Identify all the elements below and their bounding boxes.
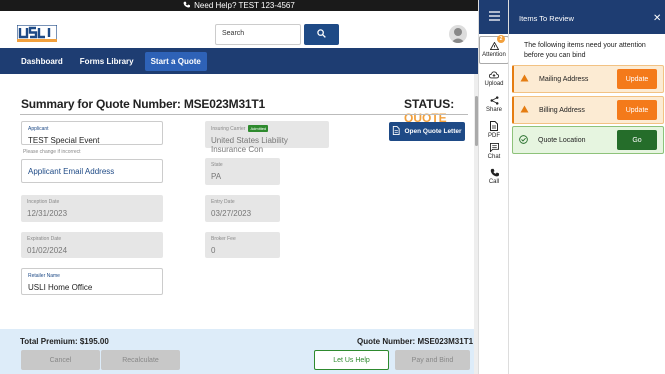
applicant-label: Applicant	[28, 126, 49, 132]
tool-share-label: Share	[485, 107, 502, 113]
share-icon	[490, 96, 499, 107]
tool-upload-label: Upload	[484, 81, 504, 87]
avatar[interactable]	[449, 25, 467, 43]
tool-call[interactable]: Call	[479, 168, 509, 185]
search-icon	[317, 29, 326, 40]
admitted-badge: Admitted	[248, 125, 269, 132]
nav-forms-library[interactable]: Forms Library	[74, 52, 140, 71]
hamburger-icon	[488, 11, 500, 23]
insuring-carrier-value: United States Liability Insurance Con	[211, 136, 288, 154]
review-item-label: Mailing Address	[539, 75, 589, 83]
update-billing-address-button[interactable]: Update	[617, 100, 657, 120]
insuring-carrier-field: Insuring Carrier Admitted United States …	[205, 121, 329, 154]
search-button[interactable]	[304, 24, 339, 45]
status-label: STATUS: QUOTE	[404, 97, 474, 125]
go-quote-location-button[interactable]: Go	[617, 130, 657, 150]
broker-fee-value: 0	[211, 246, 216, 255]
cancel-button[interactable]: Cancel	[21, 350, 100, 370]
tool-attention-label: Attention	[482, 52, 506, 58]
attention-count-badge: 2	[497, 35, 505, 43]
check-circle-icon	[519, 134, 528, 146]
review-item-label: Billing Address	[539, 106, 585, 114]
applicant-value: TEST Special Event	[28, 136, 100, 145]
status-label-text: STATUS:	[404, 97, 455, 111]
tool-pdf-label: PDF	[488, 133, 500, 139]
chat-icon	[489, 143, 499, 154]
help-bar: Need Help? TEST 123-4567	[0, 0, 478, 11]
review-item-mailing-address: Mailing Address Update	[512, 65, 664, 93]
nav-dashboard[interactable]: Dashboard	[15, 52, 69, 71]
search-input[interactable]: Search	[215, 24, 301, 45]
items-to-review-panel: Items To Review ✕ The following items ne…	[508, 0, 665, 374]
state-field: State PA	[205, 158, 280, 185]
inception-date-value: 12/31/2023	[27, 209, 68, 218]
retailer-name-field[interactable]: Retailer Name USLI Home Office	[21, 268, 163, 295]
pay-and-bind-button[interactable]: Pay and Bind	[395, 350, 470, 370]
expiration-date-field: Expiration Date 01/02/2024	[21, 232, 163, 258]
tool-chat-label: Chat	[487, 154, 501, 160]
usli-logo[interactable]	[16, 24, 58, 43]
review-item-quote-location: Quote Location Go	[512, 126, 664, 154]
state-value: PA	[211, 172, 222, 181]
entry-date-field: Entry Date 03/27/2023	[205, 195, 280, 222]
main-nav: Dashboard Forms Library Start a Quote	[0, 48, 478, 74]
warning-icon	[489, 41, 499, 52]
entry-date-label: Entry Date	[211, 199, 235, 205]
page-title: Summary for Quote Number: MSE023M31T1	[21, 97, 265, 111]
total-premium: Total Premium: $195.00	[20, 337, 109, 346]
update-mailing-address-button[interactable]: Update	[617, 69, 657, 89]
state-label: State	[211, 162, 223, 168]
menu-button[interactable]	[479, 0, 509, 34]
help-text[interactable]: Need Help? TEST 123-4567	[194, 1, 295, 10]
broker-fee-label: Broker Fee	[211, 236, 236, 242]
panel-intro: The following items need your attention …	[524, 42, 646, 59]
expiration-date-value: 01/02/2024	[27, 246, 68, 255]
retailer-name-value: USLI Home Office	[28, 283, 93, 292]
close-icon[interactable]: ✕	[653, 13, 661, 24]
phone-icon	[183, 1, 191, 10]
tool-call-label: Call	[488, 179, 500, 185]
cloud-upload-icon	[488, 71, 500, 81]
phone-icon	[490, 168, 499, 179]
warning-icon	[520, 74, 529, 84]
insuring-carrier-label-text: Insuring Carrier	[211, 125, 246, 132]
insuring-carrier-label: Insuring Carrier Admitted	[211, 125, 323, 132]
footer-quote-number: Quote Number: MSE023M31T1	[357, 337, 474, 346]
inception-date-label: Inception Date	[27, 199, 60, 205]
tool-upload[interactable]: Upload	[479, 71, 509, 87]
quote-summary: Summary for Quote Number: MSE023M31T1 ST…	[0, 74, 474, 329]
applicant-hint: Please change if incorrect	[23, 149, 81, 155]
broker-fee-field: Broker Fee 0	[205, 232, 280, 258]
entry-date-value: 03/27/2023	[211, 209, 252, 218]
document-icon	[392, 126, 401, 137]
header: Search	[0, 11, 478, 48]
panel-header: Items To Review ✕	[509, 0, 665, 34]
tool-pdf[interactable]: PDF	[479, 121, 509, 139]
applicant-field[interactable]: Applicant TEST Special Event	[21, 121, 163, 145]
recalculate-button[interactable]: Recalculate	[101, 350, 180, 370]
review-item-billing-address: Billing Address Update	[512, 96, 664, 124]
panel-title: Items To Review	[519, 14, 574, 23]
side-toolbar: 2 Attention Upload Share PDF Chat Call	[478, 0, 509, 374]
pdf-file-icon	[490, 121, 498, 133]
tool-chat[interactable]: Chat	[479, 143, 509, 160]
open-quote-letter-button[interactable]: Open Quote Letter	[389, 122, 465, 141]
divider	[20, 114, 468, 115]
expiration-date-label: Expiration Date	[27, 236, 62, 242]
review-item-label: Quote Location	[538, 136, 586, 144]
applicant-email-field[interactable]: Applicant Email Address	[21, 159, 163, 183]
tool-attention[interactable]: 2 Attention	[479, 35, 509, 64]
open-quote-letter-label: Open Quote Letter	[404, 128, 462, 135]
inception-date-field: Inception Date 12/31/2023	[21, 195, 163, 222]
tool-share[interactable]: Share	[479, 96, 509, 113]
warning-icon	[520, 105, 529, 115]
nav-start-a-quote[interactable]: Start a Quote	[144, 51, 207, 71]
retailer-name-label: Retailer Name	[28, 273, 60, 279]
let-us-help-button[interactable]: Let Us Help	[314, 350, 389, 370]
